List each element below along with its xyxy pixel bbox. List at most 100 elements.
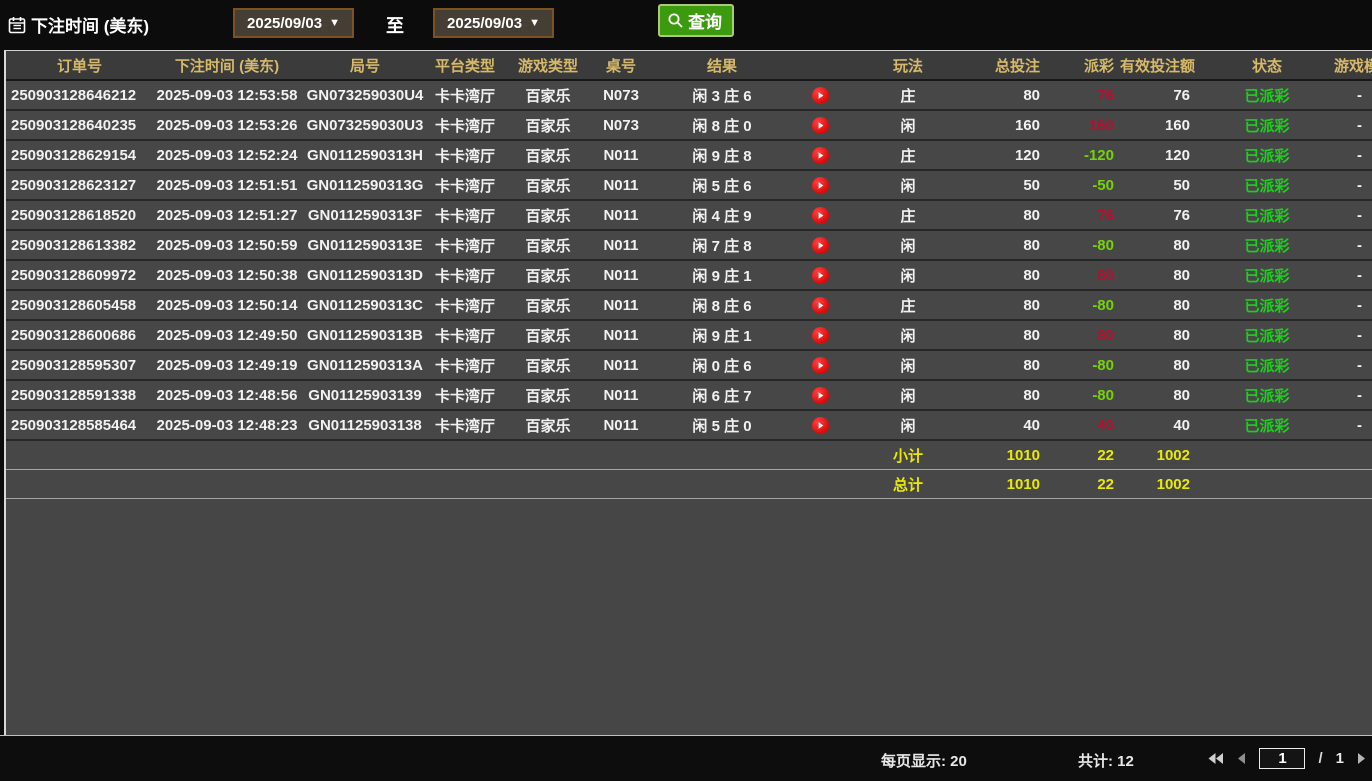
date-from-select[interactable]: 2025/09/03 ▼ bbox=[233, 8, 354, 38]
cell-play-type: 闲 bbox=[848, 111, 968, 141]
cell-platform: 卡卡湾厅 bbox=[424, 111, 506, 141]
cell-result: 闲 9 庄 8 bbox=[652, 141, 792, 171]
cell-payout: -80 bbox=[1046, 291, 1120, 321]
col-header-table-no: 桌号 bbox=[590, 51, 652, 81]
cell-game-mode: - bbox=[1332, 321, 1372, 351]
cell-bet-time: 2025-09-03 12:50:59 bbox=[148, 231, 306, 261]
cell-replay bbox=[792, 381, 848, 411]
cell-total-bet: 80 bbox=[968, 261, 1046, 291]
play-video-icon[interactable] bbox=[812, 387, 829, 404]
play-video-icon[interactable] bbox=[812, 267, 829, 284]
cell-game-type: 百家乐 bbox=[506, 411, 590, 441]
cell-replay bbox=[792, 111, 848, 141]
cell-table-no: N073 bbox=[590, 81, 652, 111]
first-page-button[interactable] bbox=[1207, 752, 1224, 765]
col-header-platform: 平台类型 bbox=[424, 51, 506, 81]
cell-payout: -50 bbox=[1046, 171, 1120, 201]
date-to-select[interactable]: 2025/09/03 ▼ bbox=[433, 8, 554, 38]
cell-result: 闲 8 庄 0 bbox=[652, 111, 792, 141]
play-video-icon[interactable] bbox=[812, 117, 829, 134]
double-left-arrow-icon bbox=[1207, 752, 1224, 765]
pagination-bar: 每页显示: 20 共计: 12 / 1 bbox=[0, 735, 1372, 780]
table-row: 250903128591338 2025-09-03 12:48:56 GN01… bbox=[6, 381, 1372, 411]
subtotal-valid-bet: 1002 bbox=[1120, 441, 1202, 470]
play-video-icon[interactable] bbox=[812, 237, 829, 254]
cell-play-type: 庄 bbox=[848, 81, 968, 111]
play-video-icon[interactable] bbox=[812, 147, 829, 164]
page-size-label: 每页显示: bbox=[881, 753, 946, 770]
table-row: 250903128600686 2025-09-03 12:49:50 GN01… bbox=[6, 321, 1372, 351]
bet-records-table: 订单号 下注时间 (美东) 局号 平台类型 游戏类型 桌号 结果 玩法 总投注 … bbox=[6, 51, 1372, 499]
grand-total-valid-bet: 1002 bbox=[1120, 470, 1202, 499]
play-video-icon[interactable] bbox=[812, 357, 829, 374]
page-number-input[interactable] bbox=[1259, 748, 1305, 769]
prev-page-button[interactable] bbox=[1237, 752, 1246, 765]
cell-result: 闲 0 庄 6 bbox=[652, 351, 792, 381]
cell-table-no: N011 bbox=[590, 291, 652, 321]
cell-platform: 卡卡湾厅 bbox=[424, 291, 506, 321]
cell-total-bet: 160 bbox=[968, 111, 1046, 141]
chevron-down-icon: ▼ bbox=[529, 17, 540, 29]
page-size-value: 20 bbox=[950, 753, 967, 770]
cell-game-type: 百家乐 bbox=[506, 321, 590, 351]
play-video-icon[interactable] bbox=[812, 177, 829, 194]
play-video-icon[interactable] bbox=[812, 327, 829, 344]
page-separator: / bbox=[1318, 750, 1322, 767]
cell-payout: -80 bbox=[1046, 381, 1120, 411]
cell-platform: 卡卡湾厅 bbox=[424, 381, 506, 411]
cell-result: 闲 7 庄 8 bbox=[652, 231, 792, 261]
col-header-game-type: 游戏类型 bbox=[506, 51, 590, 81]
cell-game-mode: - bbox=[1332, 231, 1372, 261]
status-badge: 已派彩 bbox=[1202, 111, 1332, 141]
cell-total-bet: 80 bbox=[968, 351, 1046, 381]
subtotal-total-bet: 1010 bbox=[968, 441, 1046, 470]
cell-game-type: 百家乐 bbox=[506, 231, 590, 261]
cell-payout: -80 bbox=[1046, 231, 1120, 261]
status-badge: 已派彩 bbox=[1202, 411, 1332, 441]
cell-table-no: N011 bbox=[590, 231, 652, 261]
cell-bet-time: 2025-09-03 12:51:51 bbox=[148, 171, 306, 201]
cell-round-id: GN073259030U4 bbox=[306, 81, 424, 111]
record-count-value: 12 bbox=[1117, 753, 1134, 770]
cell-game-mode: - bbox=[1332, 111, 1372, 141]
cell-game-type: 百家乐 bbox=[506, 81, 590, 111]
subtotal-row: 小计 1010 22 1002 bbox=[6, 441, 1372, 470]
next-page-button[interactable] bbox=[1357, 752, 1366, 765]
cell-play-type: 闲 bbox=[848, 231, 968, 261]
cell-result: 闲 9 庄 1 bbox=[652, 261, 792, 291]
cell-order-id: 250903128605458 bbox=[6, 291, 148, 321]
cell-replay bbox=[792, 141, 848, 171]
table-body: 250903128646212 2025-09-03 12:53:58 GN07… bbox=[6, 81, 1372, 441]
cell-platform: 卡卡湾厅 bbox=[424, 201, 506, 231]
search-button[interactable]: 查询 bbox=[658, 4, 734, 37]
bet-records-panel: 订单号 下注时间 (美东) 局号 平台类型 游戏类型 桌号 结果 玩法 总投注 … bbox=[4, 50, 1372, 735]
cell-result: 闲 6 庄 7 bbox=[652, 381, 792, 411]
col-header-order-id: 订单号 bbox=[6, 51, 148, 81]
cell-bet-time: 2025-09-03 12:48:56 bbox=[148, 381, 306, 411]
play-video-icon[interactable] bbox=[812, 417, 829, 434]
play-video-icon[interactable] bbox=[812, 207, 829, 224]
col-header-play-type: 玩法 bbox=[848, 51, 968, 81]
cell-table-no: N011 bbox=[590, 381, 652, 411]
col-header-replay bbox=[792, 51, 848, 81]
magnifier-icon bbox=[667, 12, 684, 29]
play-video-icon[interactable] bbox=[812, 297, 829, 314]
cell-bet-time: 2025-09-03 12:51:27 bbox=[148, 201, 306, 231]
table-row: 250903128585464 2025-09-03 12:48:23 GN01… bbox=[6, 411, 1372, 441]
chevron-down-icon: ▼ bbox=[329, 17, 340, 29]
cell-platform: 卡卡湾厅 bbox=[424, 351, 506, 381]
table-row: 250903128646212 2025-09-03 12:53:58 GN07… bbox=[6, 81, 1372, 111]
cell-game-mode: - bbox=[1332, 291, 1372, 321]
cell-bet-time: 2025-09-03 12:53:26 bbox=[148, 111, 306, 141]
grand-total-total-bet: 1010 bbox=[968, 470, 1046, 499]
cell-payout: 80 bbox=[1046, 321, 1120, 351]
cell-platform: 卡卡湾厅 bbox=[424, 81, 506, 111]
cell-order-id: 250903128613382 bbox=[6, 231, 148, 261]
play-video-icon[interactable] bbox=[812, 87, 829, 104]
cell-result: 闲 3 庄 6 bbox=[652, 81, 792, 111]
cell-total-bet: 80 bbox=[968, 321, 1046, 351]
cell-platform: 卡卡湾厅 bbox=[424, 261, 506, 291]
cell-game-mode: - bbox=[1332, 201, 1372, 231]
cell-bet-time: 2025-09-03 12:49:50 bbox=[148, 321, 306, 351]
cell-order-id: 250903128609972 bbox=[6, 261, 148, 291]
